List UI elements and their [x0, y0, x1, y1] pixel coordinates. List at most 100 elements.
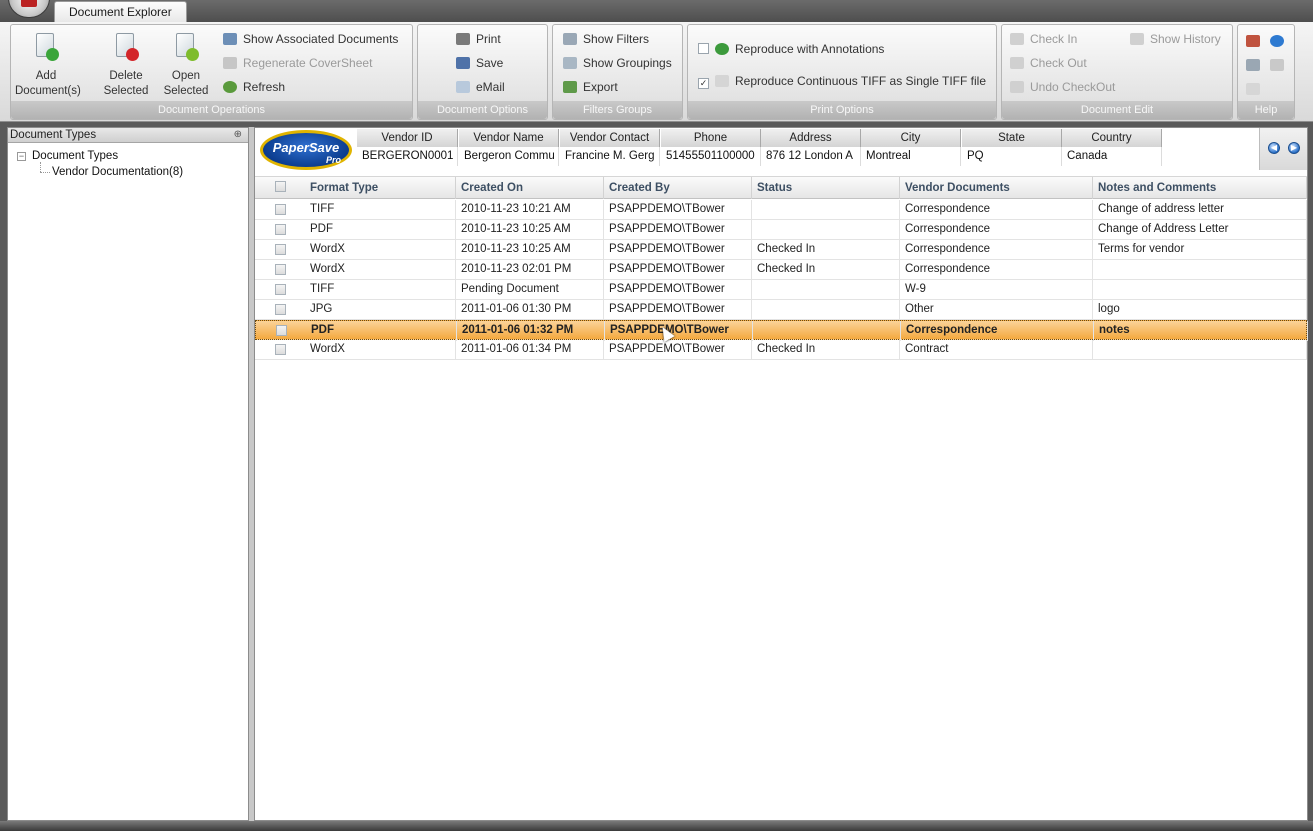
tree-collapse-toggle[interactable]: − [17, 152, 26, 161]
row-checkbox[interactable] [275, 244, 286, 255]
table-cell: PSAPPDEMO\TBower [604, 200, 752, 220]
web-help-icon[interactable] [1270, 35, 1284, 47]
check-out-icon [1010, 57, 1024, 69]
delete-label-2: Selected [103, 85, 149, 97]
previous-vendor-button[interactable]: ◀ [1268, 142, 1280, 154]
next-vendor-button[interactable]: ▶ [1288, 142, 1300, 154]
tree-node-document-types[interactable]: Document Types [32, 149, 118, 163]
reproduce-annotations-checkbox[interactable] [698, 43, 709, 54]
add-documents-button[interactable]: Add Document(s) [15, 29, 81, 101]
select-all-checkbox[interactable] [275, 181, 286, 192]
email-button[interactable]: eMail [456, 77, 505, 97]
about-icon[interactable] [1246, 35, 1260, 47]
vendor-header-cell: Country [1062, 129, 1162, 148]
regenerate-coversheet-button[interactable]: Regenerate CoverSheet [223, 53, 372, 73]
support-icon[interactable] [1246, 59, 1260, 71]
table-cell: W-9 [900, 280, 1093, 300]
check-in-button[interactable]: Check In [1010, 29, 1077, 49]
table-row[interactable]: WordX 2010-11-23 02:01 PM PSAPPDEMO\TBower… [255, 260, 1307, 280]
row-checkbox[interactable] [275, 224, 286, 235]
reproduce-tiff-checkbox[interactable]: ✓ [698, 78, 709, 89]
tree-node-vendor-documentation[interactable]: Vendor Documentation(8) [52, 165, 183, 179]
vendor-value-cell: Canada [1062, 147, 1162, 166]
table-row[interactable]: TIFF 2010-11-23 10:21 AM PSAPPDEMO\TBower C… [255, 200, 1307, 220]
save-button[interactable]: Save [456, 53, 503, 73]
regenerate-label: Regenerate CoverSheet [243, 56, 373, 70]
vendor-header-cell: State [962, 129, 1062, 148]
reproduce-tiff-option[interactable]: ✓ Reproduce Continuous TIFF as Single TIF… [698, 71, 986, 91]
table-row[interactable]: PDF 2010-11-23 10:25 AM PSAPPDEMO\TBower Co… [255, 220, 1307, 240]
vendor-header-cell: Vendor Name [459, 129, 559, 148]
show-groupings-label: Show Groupings [583, 56, 672, 70]
pin-icon[interactable]: ⊕ [234, 128, 242, 142]
table-cell [1093, 340, 1307, 360]
show-history-button[interactable]: Show History [1130, 29, 1221, 49]
tab-document-explorer[interactable]: Document Explorer [54, 1, 187, 22]
document-types-title: Document Types [10, 129, 97, 141]
column-header[interactable]: Notes and Comments [1093, 177, 1307, 199]
table-cell: Correspondence [900, 260, 1093, 280]
row-checkbox[interactable] [275, 304, 286, 315]
table-row[interactable]: TIFF Pending Document PSAPPDEMO\TBower W-9 [255, 280, 1307, 300]
table-row[interactable]: WordX 2011-01-06 01:34 PM PSAPPDEMO\TBower… [255, 340, 1307, 360]
delete-selected-button[interactable]: Delete Selected [95, 29, 157, 101]
row-checkbox[interactable] [276, 325, 287, 336]
column-header[interactable]: Created On [456, 177, 604, 199]
table-cell: PDF [306, 321, 457, 341]
open-selected-button[interactable]: Open Selected [155, 29, 217, 101]
table-cell: 2010-11-23 10:25 AM [456, 240, 604, 260]
table-cell: Checked In [752, 240, 900, 260]
vendor-value-cell: 876 12 London A [761, 147, 861, 166]
export-label: Export [583, 80, 618, 94]
table-row[interactable]: JPG 2011-01-06 01:30 PM PSAPPDEMO\TBower Ot… [255, 300, 1307, 320]
document-options-caption: Document Options [418, 101, 547, 119]
show-associated-documents-button[interactable]: Show Associated Documents [223, 29, 398, 49]
info-icon[interactable] [1246, 83, 1260, 95]
table-row[interactable]: WordX 2010-11-23 10:25 AM PSAPPDEMO\TBower… [255, 240, 1307, 260]
reproduce-annotations-label: Reproduce with Annotations [735, 42, 885, 56]
app-menu-button[interactable] [8, 0, 50, 18]
export-button[interactable]: Export [563, 77, 618, 97]
table-cell [1093, 280, 1307, 300]
tree-line [40, 162, 41, 172]
show-groupings-button[interactable]: Show Groupings [563, 53, 672, 73]
groupings-icon [563, 57, 577, 69]
column-header[interactable]: Created By [604, 177, 752, 199]
settings-icon[interactable] [1270, 59, 1284, 71]
table-cell: notes [1094, 321, 1308, 341]
row-checkbox[interactable] [275, 264, 286, 275]
table-cell: WordX [305, 340, 456, 360]
vendor-header-cell: City [861, 129, 961, 148]
undo-checkout-button[interactable]: Undo CheckOut [1010, 77, 1115, 97]
document-operations-caption: Document Operations [11, 101, 412, 119]
table-cell: Checked In [752, 260, 900, 280]
column-header[interactable]: Format Type [305, 177, 456, 199]
show-filters-label: Show Filters [583, 32, 650, 46]
table-cell: Checked In [752, 340, 900, 360]
table-row[interactable]: PDF 2011-01-06 01:32 PM PSAPPDEMO\TBower Co… [255, 320, 1308, 341]
check-out-button[interactable]: Check Out [1010, 53, 1087, 73]
row-checkbox[interactable] [275, 284, 286, 295]
column-header[interactable]: Status [752, 177, 900, 199]
vendor-value-cell: Francine M. Gerg [560, 147, 660, 166]
document-edit-caption: Document Edit [1002, 101, 1232, 119]
vendor-header-cell: Phone [661, 129, 761, 148]
email-icon [456, 81, 470, 93]
column-header[interactable]: Vendor Documents [900, 177, 1093, 199]
filter-icon [563, 33, 577, 45]
print-button[interactable]: Print [456, 29, 501, 49]
open-document-icon [173, 33, 199, 63]
row-checkbox[interactable] [275, 344, 286, 355]
vendor-header-cell: Address [761, 129, 861, 148]
row-checkbox[interactable] [275, 204, 286, 215]
table-cell: PSAPPDEMO\TBower [604, 340, 752, 360]
vendor-navigation: ◀ ▶ [1259, 128, 1307, 170]
table-cell: PSAPPDEMO\TBower [604, 280, 752, 300]
refresh-button[interactable]: Refresh [223, 77, 285, 97]
reproduce-annotations-option[interactable]: Reproduce with Annotations [698, 39, 884, 59]
email-label: eMail [476, 80, 505, 94]
coversheet-icon [223, 57, 237, 69]
show-filters-button[interactable]: Show Filters [563, 29, 649, 49]
table-cell: 2010-11-23 10:21 AM [456, 200, 604, 220]
print-options-caption: Print Options [688, 101, 996, 119]
